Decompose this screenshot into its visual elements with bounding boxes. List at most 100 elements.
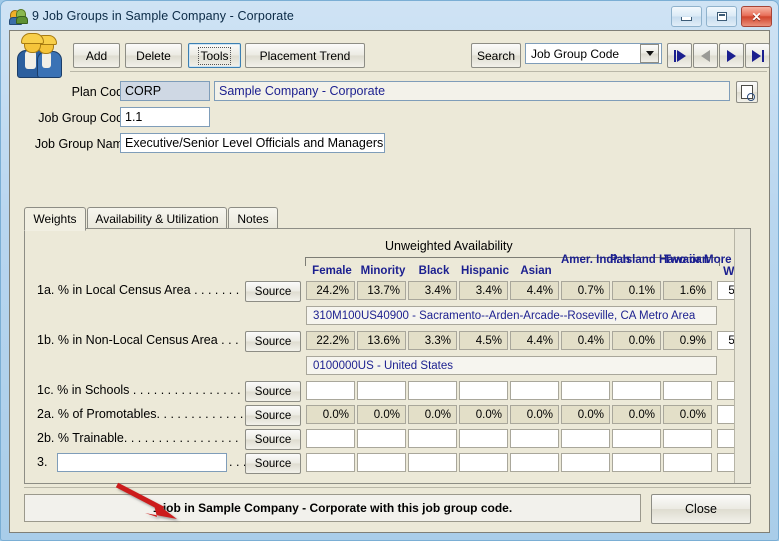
cell-1b-black[interactable]: 3.3% <box>408 331 457 350</box>
tab-availability-utilization[interactable]: Availability & Utilization <box>87 207 227 229</box>
cell-2b-asian[interactable] <box>510 429 559 448</box>
job-group-code-input[interactable]: 1.1 <box>120 107 210 127</box>
plan-lookup-button[interactable] <box>736 81 758 103</box>
plan-code-field[interactable]: CORP <box>120 81 210 101</box>
previous-record-button[interactable] <box>693 43 718 68</box>
row-dots-1a: . . . . . . . <box>194 283 240 297</box>
source-button-1a[interactable]: Source <box>245 281 301 302</box>
cell-1a-black[interactable]: 3.4% <box>408 281 457 300</box>
cell-2b-minority[interactable] <box>357 429 406 448</box>
cell-1c-minority[interactable] <box>357 381 406 400</box>
row-label-3: 3. <box>37 455 47 469</box>
search-field-select[interactable]: Job Group Code <box>525 43 662 64</box>
cell-2a-black[interactable]: 0.0% <box>408 405 457 424</box>
cell-1c-hispanic[interactable] <box>459 381 508 400</box>
window-controls: ✕ <box>671 6 772 27</box>
panel-vertical-scrollbar[interactable] <box>734 229 750 483</box>
cell-3-amer-indian[interactable] <box>561 453 610 472</box>
column-header-amer-indian: Amer. Indian <box>561 254 631 266</box>
client-area: Add Delete Tools Placement Trend Search … <box>9 30 770 533</box>
row-text-1c: % in Schools <box>57 383 130 397</box>
job-group-code-label: Job Group Code <box>38 111 130 125</box>
cell-2b-amer-indian[interactable] <box>561 429 610 448</box>
cell-3-two-or-more[interactable] <box>663 453 712 472</box>
cell-2b-hispanic[interactable] <box>459 429 508 448</box>
cell-1a-p-island-hawaiian[interactable]: 0.1% <box>612 281 661 300</box>
cell-3-hispanic[interactable] <box>459 453 508 472</box>
search-button-label: Search <box>476 48 516 63</box>
add-button[interactable]: Add <box>73 43 120 68</box>
previous-record-icon <box>701 49 710 62</box>
job-group-name-label: Job Group Name <box>34 137 130 151</box>
job-group-name-input[interactable]: Executive/Senior Level Officials and Man… <box>120 133 385 153</box>
maximize-button[interactable] <box>706 6 737 27</box>
cell-1b-female[interactable]: 22.2% <box>306 331 355 350</box>
tools-button[interactable]: Tools <box>188 43 241 68</box>
source-button-3[interactable]: Source <box>245 453 301 474</box>
first-record-button[interactable] <box>667 43 692 68</box>
cell-2a-p-island-hawaiian[interactable]: 0.0% <box>612 405 661 424</box>
tab-weights[interactable]: Weights <box>24 207 86 231</box>
tab-weights-label: Weights <box>33 212 77 226</box>
close-button[interactable]: ✕ <box>741 6 772 27</box>
cell-1a-minority[interactable]: 13.7% <box>357 281 406 300</box>
cell-2a-two-or-more[interactable]: 0.0% <box>663 405 712 424</box>
source-button-2b[interactable]: Source <box>245 429 301 450</box>
cell-2b-p-island-hawaiian[interactable] <box>612 429 661 448</box>
cell-3-minority[interactable] <box>357 453 406 472</box>
search-field-value: Job Group Code <box>531 46 620 61</box>
cell-1c-two-or-more[interactable] <box>663 381 712 400</box>
cell-1b-two-or-more[interactable]: 0.9% <box>663 331 712 350</box>
cell-2b-female[interactable] <box>306 429 355 448</box>
cell-1b-minority[interactable]: 13.6% <box>357 331 406 350</box>
cell-1a-amer-indian[interactable]: 0.7% <box>561 281 610 300</box>
row-label-1c: 1c. % in Schools . . . . . . . . . . . .… <box>37 383 241 397</box>
cell-2a-asian[interactable]: 0.0% <box>510 405 559 424</box>
cell-3-female[interactable] <box>306 453 355 472</box>
last-record-button[interactable] <box>745 43 770 68</box>
search-button[interactable]: Search <box>471 43 521 68</box>
tab-notes[interactable]: Notes <box>228 207 278 229</box>
cell-2a-hispanic[interactable]: 0.0% <box>459 405 508 424</box>
source-button-2a-label: Source <box>254 409 292 422</box>
cell-1c-p-island-hawaiian[interactable] <box>612 381 661 400</box>
cell-3-p-island-hawaiian[interactable] <box>612 453 661 472</box>
source-button-2b-label: Source <box>254 433 292 446</box>
row-3-custom-input[interactable] <box>57 453 227 472</box>
cell-2b-two-or-more[interactable] <box>663 429 712 448</box>
cell-3-asian[interactable] <box>510 453 559 472</box>
title-bar: 9 Job Groups in Sample Company - Corpora… <box>1 1 778 30</box>
cell-1b-asian[interactable]: 4.4% <box>510 331 559 350</box>
people-group-icon <box>9 8 28 25</box>
source-button-2a[interactable]: Source <box>245 405 301 426</box>
next-record-button[interactable] <box>719 43 744 68</box>
cell-1c-asian[interactable] <box>510 381 559 400</box>
first-record-icon <box>673 49 686 62</box>
cell-1c-black[interactable] <box>408 381 457 400</box>
placement-trend-button[interactable]: Placement Trend <box>245 43 365 68</box>
cell-2b-black[interactable] <box>408 429 457 448</box>
cell-2a-amer-indian[interactable]: 0.0% <box>561 405 610 424</box>
cell-1a-asian[interactable]: 4.4% <box>510 281 559 300</box>
cell-2a-female[interactable]: 0.0% <box>306 405 355 424</box>
cell-1b-p-island-hawaiian[interactable]: 0.0% <box>612 331 661 350</box>
cell-1b-amer-indian[interactable]: 0.4% <box>561 331 610 350</box>
cell-1c-amer-indian[interactable] <box>561 381 610 400</box>
row-dots-1b: . . . <box>221 333 239 347</box>
cell-1a-hispanic[interactable]: 3.4% <box>459 281 508 300</box>
source-button-1b[interactable]: Source <box>245 331 301 352</box>
row-label-1a: 1a. % in Local Census Area . . . . . . . <box>37 283 239 297</box>
row-text-1b: % in Non-Local Census Area <box>57 333 218 347</box>
chevron-down-icon[interactable] <box>640 44 659 63</box>
cell-1a-two-or-more[interactable]: 1.6% <box>663 281 712 300</box>
cell-1a-female[interactable]: 24.2% <box>306 281 355 300</box>
minimize-button[interactable] <box>671 6 702 27</box>
delete-button[interactable]: Delete <box>125 43 182 68</box>
cell-1c-female[interactable] <box>306 381 355 400</box>
cell-3-black[interactable] <box>408 453 457 472</box>
source-button-1c[interactable]: Source <box>245 381 301 402</box>
row-label-2b: 2b. % Trainable. . . . . . . . . . . . .… <box>37 431 239 445</box>
cell-2a-minority[interactable]: 0.0% <box>357 405 406 424</box>
close-dialog-button[interactable]: Close <box>651 494 751 524</box>
cell-1b-hispanic[interactable]: 4.5% <box>459 331 508 350</box>
